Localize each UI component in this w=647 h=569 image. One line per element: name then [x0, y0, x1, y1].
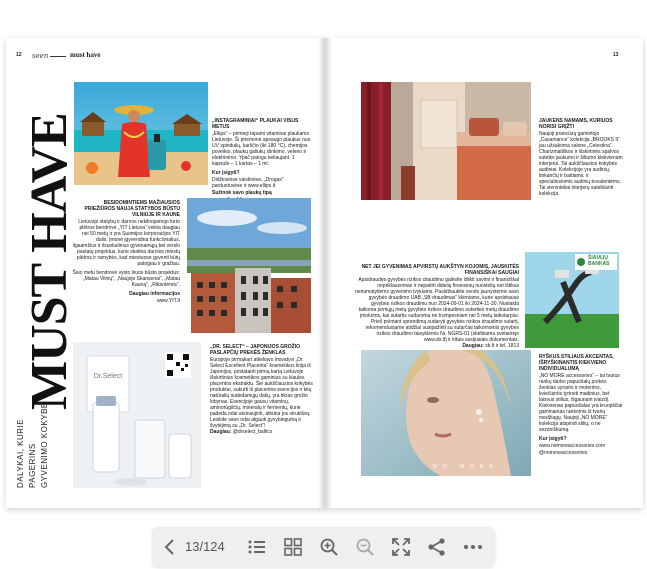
no-more-article: RYŠKUS STILIAUS AKCENTAS, IŠRYŠKINANTIS …: [539, 354, 623, 456]
thumbnails-button[interactable]: [283, 537, 303, 557]
table-of-contents-button[interactable]: [247, 537, 267, 557]
sb-insurance-article-body: Apsidraudęs gyvybės rizikos draudimu gal…: [355, 277, 519, 343]
ellips-article-title: „INSTAGRAMINIAI“ PLAUKAI VISUS METUS: [212, 118, 299, 130]
sb-insurance-article-title: NET JEI GYVENIMAS APVIRSTŲ AUKŠTYN KOJOM…: [361, 264, 519, 276]
ellips-article-note-1: Didžiosiose vaistinėse, „Drogas“ parduot…: [212, 177, 284, 189]
bank-logo-line-2: BANKAS: [588, 261, 610, 267]
no-more-article-title: RYŠKUS STILIAUS AKCENTAS, IŠRYŠKINANTIS …: [539, 354, 614, 372]
total-pages: /124: [199, 539, 225, 554]
right-page-number: 13: [613, 52, 619, 58]
svg-text:Dr.Select: Dr.Select: [94, 373, 122, 380]
more-options-button[interactable]: [463, 537, 483, 557]
previous-page-button[interactable]: [160, 537, 180, 557]
yit-article: BESIDOMINTIEMS MAŽIAUSIOS PRIEŽIŪROS NAU…: [72, 200, 180, 304]
section-title: must have: [70, 51, 101, 59]
yit-article-body: Lietuvoje statybų ir darnos nekilnojamoj…: [72, 219, 180, 267]
magazine-brand: seen: [32, 52, 49, 60]
no-more-article-handle[interactable]: @nomoreaccessories: [539, 450, 623, 456]
vertical-subtitle-line-3: GYVENIMO KOKYBĘ: [40, 402, 49, 488]
flipbook-viewer: 12 seen must have MUST HAVE DALYKAI, KUR…: [0, 0, 647, 569]
yit-article-title: BESIDOMINTIEMS MAŽIAUSIOS PRIEŽIŪROS NAU…: [84, 200, 180, 218]
ellips-article-subhead: Kur įsigyti?: [212, 170, 240, 176]
left-page[interactable]: 12 seen must have MUST HAVE DALYKAI, KUR…: [6, 38, 325, 508]
fullscreen-button[interactable]: [391, 537, 411, 557]
zoom-out-icon: [356, 538, 374, 556]
vertical-page-title: MUST HAVE: [21, 113, 78, 410]
left-page-number: 12: [16, 52, 22, 58]
header-divider: [50, 56, 66, 57]
casamance-interior-photo: [361, 82, 531, 200]
right-page[interactable]: 13 JAUKENS NAMAMS, KURIUOS NORISI GRĮŽTI…: [325, 38, 643, 508]
yit-city-photo: [187, 198, 311, 333]
dr-select-article-title: „DR. SELECT“ – JAPONIJOS GROŽIO PASLAPČI…: [210, 344, 301, 356]
no-more-article-body: „NO MORE accessories“ – tai tvarus rankų…: [539, 373, 623, 433]
vertical-subtitle-line-2: PAGERINS: [28, 443, 37, 488]
ellips-article-note-2: Sužinok savo plaukų tipą: [212, 190, 272, 196]
sb-insurance-article: NET JEI GYVENIMAS APVIRSTŲ AUKŠTYN KOJOM…: [355, 264, 519, 349]
share-button[interactable]: [427, 537, 447, 557]
magazine-spread: 12 seen must have MUST HAVE DALYKAI, KUR…: [6, 38, 643, 508]
ellips-article-body: „Ellips“ – pirmieji tapami vitaminai pla…: [212, 131, 311, 167]
grid-icon: [284, 538, 302, 556]
vertical-subtitle-line-1: DALYKAI, KURIE: [16, 418, 25, 488]
dr-select-article: „DR. SELECT“ – JAPONIJOS GROŽIO PASLAPČI…: [210, 344, 314, 435]
yit-article-link[interactable]: www.YIT.lt: [72, 298, 180, 304]
page-counter[interactable]: 13/124: [185, 539, 225, 554]
casamance-article-body: Naujoji prancūzų gamintojo „Casamance“ k…: [539, 131, 623, 197]
expand-icon: [392, 538, 410, 556]
sb-insurance-article-subhead: Daugiau:: [462, 343, 484, 349]
dr-select-products-photo: Dr.Select: [73, 342, 201, 488]
dr-select-article-handle[interactable]: @drselect_baltics: [233, 429, 273, 435]
ellips-article: „INSTAGRAMINIAI“ PLAUKAI VISUS METUS „El…: [212, 118, 312, 203]
no-more-article-subhead: Kur įsigyti?: [539, 436, 567, 442]
list-icon: [248, 540, 265, 554]
dr-select-article-body: Europoje pirmąkart atkeliavo inovatyvi „…: [210, 357, 313, 429]
casamance-article: JAUKENS NAMAMS, KURIUOS NORISI GRĮŽTI Na…: [539, 118, 623, 197]
yit-article-subhead: Daugiau informacijos: [129, 291, 180, 297]
casamance-article-title: JAUKENS NAMAMS, KURIUOS NORISI GRĮŽTI: [539, 118, 613, 130]
yit-article-body-2: Šiuo metu bendrovė vysto šiuos būsto pro…: [72, 270, 180, 288]
siauliu-bankas-photo: ŠIAULIŲ BANKAS: [525, 252, 619, 348]
share-icon: [428, 538, 445, 556]
dr-select-article-subhead: Daugiau:: [210, 429, 232, 435]
zoom-in-icon: [320, 538, 338, 556]
no-more-article-link[interactable]: www.nomoreaccessories.com: [539, 443, 623, 449]
chevron-left-icon: [164, 539, 174, 555]
zoom-out-button[interactable]: [355, 537, 375, 557]
sb-insurance-article-contact: sb.lt ir tel. 1813: [485, 343, 519, 349]
more-dots-icon: [464, 545, 482, 549]
ellips-beach-photo: [74, 82, 208, 185]
viewer-toolbar: 13/124: [152, 527, 495, 567]
no-more-watermark: NO MORE: [433, 464, 499, 470]
zoom-in-button[interactable]: [319, 537, 339, 557]
current-page-number: 13: [185, 539, 200, 554]
no-more-portrait-photo: NO MORE: [361, 350, 531, 476]
